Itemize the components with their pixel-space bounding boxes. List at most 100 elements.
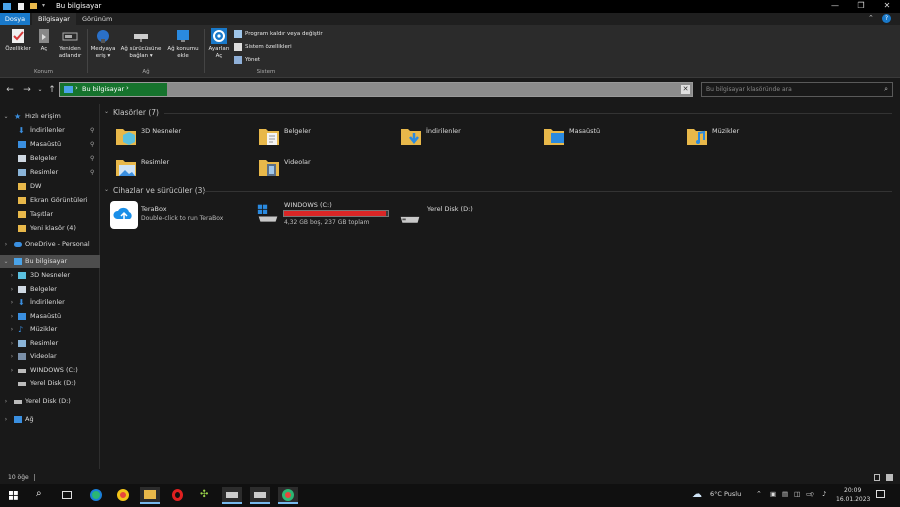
properties-button[interactable]: Özellikler bbox=[3, 28, 33, 53]
clock-time[interactable]: 20:09 bbox=[844, 487, 861, 494]
notification-icon[interactable] bbox=[876, 490, 885, 498]
rename-button[interactable]: Yeniden adlandır bbox=[56, 28, 84, 60]
qa-dropdown-icon[interactable]: ▾ bbox=[42, 2, 45, 9]
chevron-right-icon[interactable]: › bbox=[9, 283, 15, 296]
xbox-icon[interactable]: ✣ bbox=[195, 487, 215, 504]
drive-d-item[interactable]: Yerel Disk (D:) bbox=[397, 201, 517, 229]
chevron-right-icon[interactable]: › bbox=[3, 395, 9, 408]
weather-cloud-icon[interactable]: ☁ bbox=[692, 489, 702, 500]
volume-icon[interactable]: ♪ bbox=[822, 490, 826, 498]
terabox-item[interactable]: TeraBox Double-click to run TeraBox bbox=[110, 201, 240, 229]
search-icon[interactable]: ⌕ bbox=[884, 85, 888, 94]
folder-tile-documents[interactable]: Belgeler bbox=[255, 123, 375, 151]
chevron-right-icon[interactable]: › bbox=[9, 364, 15, 377]
nav-quick-item[interactable]: Resimler ⚲ bbox=[0, 166, 100, 179]
nav-pc-item[interactable]: › Resimler bbox=[0, 337, 100, 350]
edge-icon[interactable] bbox=[86, 487, 106, 504]
nav-quick-item[interactable]: ⬇ İndirilenler ⚲ bbox=[0, 124, 100, 137]
media-access-button[interactable]: Medyaya eriş ▾ bbox=[89, 28, 117, 60]
task-view-icon[interactable] bbox=[62, 491, 72, 499]
chevron-right-icon[interactable]: › bbox=[3, 238, 9, 251]
qa-properties-icon[interactable] bbox=[18, 3, 24, 10]
pin-icon[interactable]: ⚲ bbox=[90, 166, 94, 179]
folder-tile-videos[interactable]: Videolar bbox=[255, 154, 375, 182]
chevron-right-icon[interactable]: › bbox=[9, 269, 15, 282]
nav-pc-item[interactable]: › Belgeler bbox=[0, 283, 100, 296]
nav-pc-item[interactable]: › Videolar bbox=[0, 350, 100, 363]
folders-section-header[interactable]: ⌄ Klasörler (7) bbox=[104, 108, 894, 118]
start-windows-icon[interactable] bbox=[9, 491, 18, 500]
nav-quick-item[interactable]: DW bbox=[0, 180, 100, 193]
chevron-down-icon[interactable]: ⌄ bbox=[104, 108, 109, 115]
pin-icon[interactable]: ⚲ bbox=[90, 152, 94, 165]
breadcrumb-this-pc[interactable]: Bu bilgisayar bbox=[82, 85, 124, 93]
drive-app-icon-2[interactable] bbox=[250, 487, 270, 504]
chevron-right-icon[interactable]: › bbox=[3, 413, 9, 426]
chevron-right-icon[interactable]: › bbox=[9, 350, 15, 363]
close-button[interactable]: ✕ bbox=[874, 0, 900, 13]
ribbon-collapse-icon[interactable]: ⌃ bbox=[868, 14, 874, 22]
folder-tile-desktop[interactable]: Masaüstü bbox=[540, 123, 660, 151]
chrome-icon[interactable] bbox=[113, 487, 133, 504]
qa-new-folder-icon[interactable] bbox=[30, 3, 37, 9]
tab-computer[interactable]: Bilgisayar bbox=[32, 13, 76, 25]
system-properties-button[interactable]: Sistem özellikleri bbox=[234, 42, 292, 52]
tab-file[interactable]: Dosya bbox=[0, 13, 30, 25]
pin-icon[interactable]: ⚲ bbox=[90, 124, 94, 137]
search-box[interactable]: Bu bilgisayar klasöründe ara ⌕ bbox=[701, 82, 893, 97]
folder-tile-downloads[interactable]: İndirilenler bbox=[397, 123, 517, 151]
chevron-down-icon[interactable]: ⌄ bbox=[3, 110, 9, 123]
maximize-button[interactable]: ❐ bbox=[848, 0, 874, 13]
nav-pc-item[interactable]: › ♪ Müzikler bbox=[0, 323, 100, 336]
recent-locations-chevron-icon[interactable]: ⌄ bbox=[34, 84, 46, 96]
add-network-location-button[interactable]: Ağ konumu ekle bbox=[165, 28, 201, 60]
folder-tile-music[interactable]: Müzikler bbox=[683, 123, 803, 151]
address-clear-icon[interactable]: ✕ bbox=[681, 85, 690, 94]
nav-quick-item[interactable]: Belgeler ⚲ bbox=[0, 152, 100, 165]
chevron-down-icon[interactable]: ⌄ bbox=[3, 255, 9, 268]
pin-icon[interactable]: ⚲ bbox=[90, 138, 94, 151]
address-bar[interactable]: › Bu bilgisayar › ✕ bbox=[59, 82, 693, 97]
nav-quick-item[interactable]: Taşıtlar bbox=[0, 208, 100, 221]
nav-pc-item[interactable]: › ⬇ İndirilenler bbox=[0, 296, 100, 309]
folder-tile-3d-objects[interactable]: 3D Nesneler bbox=[112, 123, 232, 151]
help-icon[interactable]: ? bbox=[882, 14, 891, 23]
large-icons-view-icon[interactable] bbox=[886, 474, 893, 481]
tray-app-icon-3[interactable]: ◫ bbox=[794, 490, 800, 498]
chevron-down-icon[interactable]: ⌄ bbox=[104, 186, 109, 193]
nav-quick-item[interactable]: Ekran Görüntüleri bbox=[0, 194, 100, 207]
tray-app-icon[interactable]: ▣ bbox=[770, 490, 776, 498]
nav-quick-access[interactable]: ⌄ ★ Hızlı erişim bbox=[0, 110, 100, 123]
nav-quick-item[interactable]: Yeni klasör (4) bbox=[0, 222, 100, 235]
devices-section-header[interactable]: ⌄ Cihazlar ve sürücüler (3) bbox=[104, 186, 894, 196]
tray-overflow-chevron-icon[interactable]: ⌃ bbox=[756, 490, 762, 498]
tray-app-icon-2[interactable]: ▤ bbox=[782, 490, 788, 498]
nav-pc-item[interactable]: › Masaüstü bbox=[0, 310, 100, 323]
nav-network[interactable]: › Ağ bbox=[0, 413, 100, 426]
chevron-right-icon[interactable]: › bbox=[9, 323, 15, 336]
chevron-right-icon[interactable]: › bbox=[9, 337, 15, 350]
file-explorer-icon[interactable] bbox=[140, 487, 160, 504]
nav-pc-item[interactable]: › WINDOWS (C:) bbox=[0, 364, 100, 377]
forward-arrow-icon[interactable]: → bbox=[21, 84, 33, 96]
weather-text[interactable]: 6°C Puslu bbox=[710, 490, 741, 498]
minimize-button[interactable]: — bbox=[822, 0, 848, 13]
details-view-icon[interactable] bbox=[874, 474, 880, 481]
opera-icon[interactable] bbox=[168, 487, 188, 504]
open-settings-button[interactable]: Ayarları Aç bbox=[206, 28, 232, 60]
nav-this-pc[interactable]: ⌄ Bu bilgisayar bbox=[0, 255, 100, 268]
nav-quick-item[interactable]: Masaüstü ⚲ bbox=[0, 138, 100, 151]
nav-pc-item[interactable]: › 3D Nesneler bbox=[0, 269, 100, 282]
nav-onedrive[interactable]: › OneDrive - Personal bbox=[0, 238, 100, 251]
open-button[interactable]: Aç bbox=[35, 28, 53, 53]
drive-c-item[interactable]: WINDOWS (C:) 4,32 GB boş, 237 GB toplam bbox=[255, 199, 395, 229]
tab-view[interactable]: Görünüm bbox=[76, 13, 118, 25]
wifi-icon[interactable]: ⌔ bbox=[809, 490, 815, 499]
chevron-right-icon[interactable]: › bbox=[9, 296, 15, 309]
map-network-drive-button[interactable]: Ağ sürücüsüne bağlan ▾ bbox=[118, 28, 164, 60]
clock-date[interactable]: 16.01.2023 bbox=[836, 496, 870, 503]
nav-pc-item[interactable]: Yerel Disk (D:) bbox=[0, 377, 100, 390]
nav-local-disk[interactable]: › Yerel Disk (D:) bbox=[0, 395, 100, 408]
chrome-window-icon[interactable] bbox=[278, 487, 298, 504]
folder-tile-pictures[interactable]: Resimler bbox=[112, 154, 232, 182]
